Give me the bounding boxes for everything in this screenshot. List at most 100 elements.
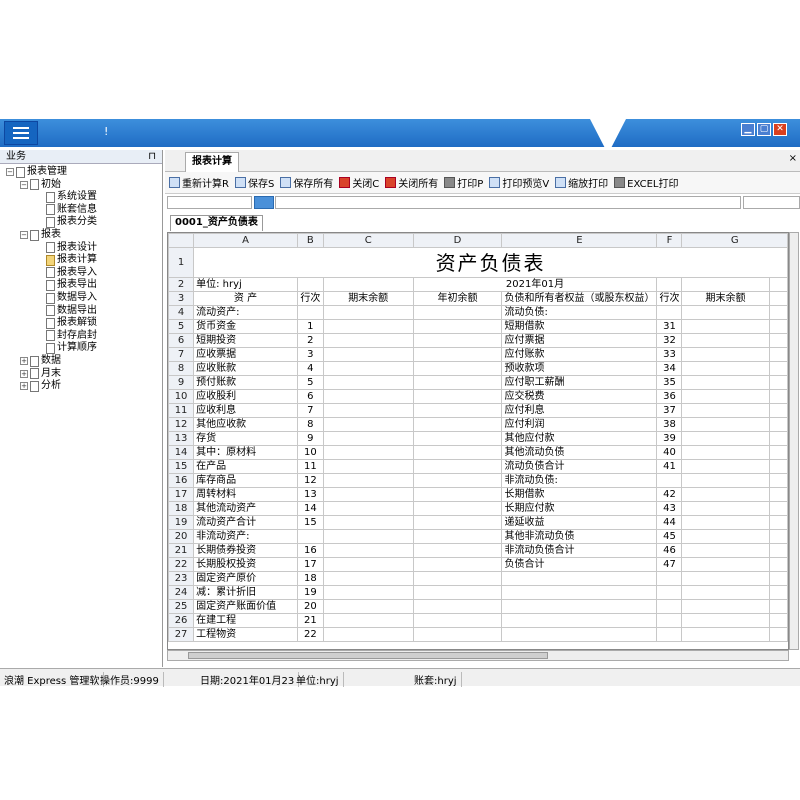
sheet-tab[interactable]: 0001_资产负债表 bbox=[170, 215, 263, 231]
liability-name-cell[interactable]: 递延收益 bbox=[501, 515, 658, 530]
cell[interactable] bbox=[768, 515, 788, 530]
asset-line-cell[interactable]: 22 bbox=[296, 627, 324, 642]
report-title[interactable]: 资产负债表 bbox=[193, 247, 788, 278]
row-header[interactable]: 27 bbox=[168, 627, 195, 642]
asset-end-balance-cell[interactable] bbox=[322, 417, 414, 432]
asset-begin-balance-cell[interactable] bbox=[412, 361, 503, 376]
cell[interactable] bbox=[768, 403, 788, 418]
liability-name-cell[interactable]: 其他应付款 bbox=[501, 431, 658, 446]
liability-line-cell[interactable]: 40 bbox=[656, 445, 683, 460]
cell[interactable] bbox=[768, 557, 788, 572]
liability-name-cell[interactable]: 长期应付款 bbox=[501, 501, 658, 516]
cell[interactable] bbox=[768, 571, 788, 586]
row-header[interactable]: 11 bbox=[168, 403, 195, 418]
asset-end-balance-cell[interactable] bbox=[322, 333, 414, 348]
cell[interactable] bbox=[768, 431, 788, 446]
asset-line-cell[interactable]: 20 bbox=[296, 599, 324, 614]
liability-line-cell[interactable] bbox=[656, 599, 683, 614]
asset-begin-balance-cell[interactable] bbox=[412, 417, 503, 432]
liability-end-balance-cell[interactable] bbox=[681, 473, 770, 488]
liability-end-balance-cell[interactable] bbox=[681, 459, 770, 474]
asset-begin-balance-cell[interactable] bbox=[412, 585, 503, 600]
liability-name-cell[interactable] bbox=[501, 585, 658, 600]
liability-line-cell[interactable]: 44 bbox=[656, 515, 683, 530]
row-header[interactable]: 9 bbox=[168, 375, 195, 390]
liability-end-balance-cell[interactable] bbox=[681, 375, 770, 390]
sidebar-item[interactable]: − 报表管理 bbox=[6, 166, 67, 178]
liability-line-cell[interactable]: 42 bbox=[656, 487, 683, 502]
liability-end-balance-cell[interactable] bbox=[681, 543, 770, 558]
asset-begin-balance-cell[interactable] bbox=[412, 571, 503, 586]
asset-begin-balance-cell[interactable] bbox=[412, 487, 503, 502]
save-button[interactable]: 保存S bbox=[234, 175, 274, 190]
cell[interactable] bbox=[768, 361, 788, 376]
asset-end-balance-cell[interactable] bbox=[322, 403, 414, 418]
asset-end-balance-cell[interactable] bbox=[322, 557, 414, 572]
close-tab-icon[interactable]: × bbox=[789, 153, 797, 164]
column-header[interactable]: A bbox=[193, 233, 298, 248]
liability-name-cell[interactable]: 应付票据 bbox=[501, 333, 658, 348]
asset-name-cell[interactable]: 存货 bbox=[193, 431, 298, 446]
row-header[interactable]: 1 bbox=[168, 247, 195, 278]
row-header[interactable]: 19 bbox=[168, 515, 195, 530]
asset-name-cell[interactable]: 应收利息 bbox=[193, 403, 298, 418]
sidebar-item[interactable]: 账套信息 bbox=[34, 204, 97, 216]
asset-line-cell[interactable]: 6 bbox=[296, 389, 324, 404]
liability-end-balance-cell[interactable] bbox=[681, 445, 770, 460]
collapse-icon[interactable]: − bbox=[20, 231, 28, 239]
liability-line-cell[interactable]: 37 bbox=[656, 403, 683, 418]
row-header[interactable]: 4 bbox=[168, 305, 195, 320]
liability-end-balance-cell[interactable] bbox=[681, 599, 770, 614]
asset-end-balance-cell[interactable] bbox=[322, 627, 414, 642]
cell[interactable] bbox=[768, 599, 788, 614]
cell-address-field[interactable] bbox=[167, 196, 252, 209]
liability-line-cell[interactable]: 43 bbox=[656, 501, 683, 516]
asset-line-cell[interactable]: 14 bbox=[296, 501, 324, 516]
liability-name-cell[interactable]: 流动负债: bbox=[501, 305, 658, 320]
cell[interactable] bbox=[768, 613, 788, 628]
asset-begin-balance-cell[interactable] bbox=[412, 543, 503, 558]
liability-line-cell[interactable]: 39 bbox=[656, 431, 683, 446]
row-header[interactable]: 20 bbox=[168, 529, 195, 544]
asset-end-balance-cell[interactable] bbox=[322, 501, 414, 516]
liability-end-balance-cell[interactable] bbox=[681, 487, 770, 502]
cell[interactable] bbox=[768, 459, 788, 474]
header-cell[interactable]: 期末余额 bbox=[322, 291, 414, 306]
row-header[interactable]: 16 bbox=[168, 473, 195, 488]
asset-name-cell[interactable]: 其他应收款 bbox=[193, 417, 298, 432]
asset-line-cell[interactable]: 8 bbox=[296, 417, 324, 432]
formula-input[interactable] bbox=[275, 196, 741, 209]
cell[interactable] bbox=[768, 347, 788, 362]
liability-name-cell[interactable]: 应交税费 bbox=[501, 389, 658, 404]
spreadsheet-grid[interactable]: A B C D E F G 1 资产负债表 2 单位: hryj 2021年01月 3 资 产行次 期末余额… bbox=[167, 232, 789, 650]
asset-begin-balance-cell[interactable] bbox=[412, 431, 503, 446]
header-cell[interactable]: 行次 bbox=[656, 291, 683, 306]
liability-name-cell[interactable]: 长期借款 bbox=[501, 487, 658, 502]
cell[interactable] bbox=[768, 291, 788, 306]
row-header[interactable]: 13 bbox=[168, 431, 195, 446]
cell[interactable] bbox=[681, 277, 770, 292]
liability-end-balance-cell[interactable] bbox=[681, 613, 770, 628]
cell[interactable] bbox=[768, 501, 788, 516]
liability-name-cell[interactable]: 应付利息 bbox=[501, 403, 658, 418]
asset-line-cell[interactable]: 12 bbox=[296, 473, 324, 488]
liability-line-cell[interactable] bbox=[656, 627, 683, 642]
asset-line-cell[interactable]: 18 bbox=[296, 571, 324, 586]
period-cell[interactable]: 2021年01月 bbox=[412, 277, 658, 292]
asset-begin-balance-cell[interactable] bbox=[412, 389, 503, 404]
asset-end-balance-cell[interactable] bbox=[322, 473, 414, 488]
liability-name-cell[interactable] bbox=[501, 627, 658, 642]
asset-end-balance-cell[interactable] bbox=[322, 361, 414, 376]
asset-begin-balance-cell[interactable] bbox=[412, 613, 503, 628]
asset-line-cell[interactable]: 15 bbox=[296, 515, 324, 530]
liability-line-cell[interactable]: 31 bbox=[656, 319, 683, 334]
liability-name-cell[interactable]: 应付账款 bbox=[501, 347, 658, 362]
collapse-icon[interactable]: − bbox=[20, 180, 28, 189]
liability-end-balance-cell[interactable] bbox=[681, 515, 770, 530]
asset-name-cell[interactable]: 应收股利 bbox=[193, 389, 298, 404]
sidebar-item[interactable]: 系统设置 bbox=[34, 191, 97, 203]
row-header[interactable]: 17 bbox=[168, 487, 195, 502]
liability-name-cell[interactable]: 负债合计 bbox=[501, 557, 658, 572]
asset-end-balance-cell[interactable] bbox=[322, 571, 414, 586]
row-header[interactable]: 7 bbox=[168, 347, 195, 362]
